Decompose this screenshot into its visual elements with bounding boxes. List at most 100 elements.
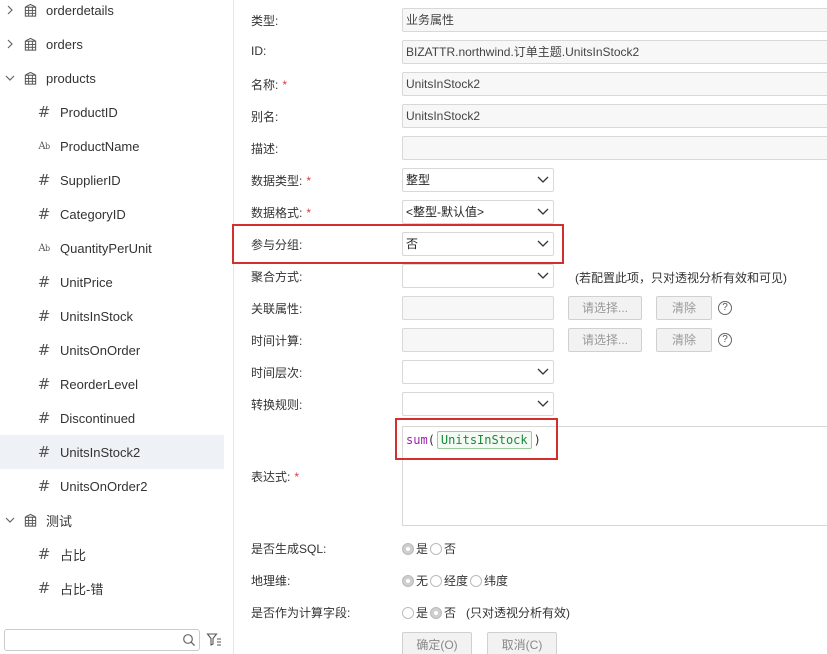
required-mark: * (306, 206, 312, 220)
tree-field-unitprice[interactable]: # UnitPrice (0, 265, 224, 299)
tree-field-discontinued[interactable]: # Discontinued (0, 401, 224, 435)
form-row-related: 关联属性: 请选择... 清除 ? (234, 296, 827, 320)
number-field-icon: # (37, 205, 51, 223)
format-select[interactable]: <整型-默认值> (402, 200, 554, 224)
tree-field-unitsonorder[interactable]: # UnitsOnOrder (0, 333, 224, 367)
tree-field-reorderlevel[interactable]: # ReorderLevel (0, 367, 224, 401)
number-field-icon: # (37, 171, 51, 189)
chevron-down-icon (537, 240, 549, 247)
form-row-description: 描述: (234, 136, 827, 160)
time-calc-clear-button[interactable]: 清除 (656, 328, 712, 352)
tree-field-unitsonorder2[interactable]: # UnitsOnOrder2 (0, 469, 224, 503)
form-row-convert: 转换规则: (234, 392, 827, 416)
tree-node-products[interactable]: products (0, 61, 224, 95)
alias-field[interactable]: UnitsInStock2 (402, 104, 827, 128)
chevron-right-icon[interactable] (5, 5, 15, 15)
calc-field-no-option[interactable]: 否 (430, 604, 456, 621)
datatype-select[interactable]: 整型 (402, 168, 554, 192)
number-field-icon: # (37, 579, 51, 597)
group-select[interactable]: 否 (402, 232, 554, 256)
form-row-type: 类型: 业务属性 (234, 8, 827, 32)
number-field-icon: # (37, 443, 51, 461)
calc-field-note: (只对透视分析有效) (466, 606, 571, 620)
number-field-icon: # (37, 273, 51, 291)
chevron-right-icon[interactable] (5, 39, 15, 49)
gen-sql-no-option[interactable]: 否 (430, 540, 456, 557)
form-row-id: ID: BIZATTR.northwind.订单主题.UnitsInStock2 (234, 40, 827, 64)
geo-none-option[interactable]: 无 (402, 572, 428, 589)
tree-field-label: UnitsOnOrder (60, 342, 141, 358)
tree-field-unitsinstock[interactable]: # UnitsInStock (0, 299, 224, 333)
time-level-select[interactable] (402, 360, 554, 384)
aggregation-label: 聚合方式: (251, 270, 303, 284)
radio-checked[interactable] (402, 542, 414, 555)
tree-search-input[interactable] (4, 629, 200, 651)
radio-unchecked[interactable] (402, 606, 414, 619)
alias-label: 别名: (251, 110, 279, 124)
tree-field-label: SupplierID (60, 172, 121, 188)
chevron-down-icon (537, 272, 549, 279)
resource-tree: orderdetails orders products # ProductID… (0, 0, 234, 654)
tree-field-label: Discontinued (60, 410, 136, 426)
tree-field-productname[interactable]: Ab ProductName (0, 129, 224, 163)
tree-field-supplierid[interactable]: # SupplierID (0, 163, 224, 197)
tree-node-orderdetails[interactable]: orderdetails (0, 0, 224, 27)
radio-unchecked[interactable] (470, 574, 483, 587)
id-field: BIZATTR.northwind.订单主题.UnitsInStock2 (402, 40, 827, 64)
expression-function: sum (406, 433, 428, 447)
radio-unchecked[interactable] (430, 574, 443, 587)
help-icon[interactable]: ? (718, 333, 732, 347)
calc-field-yes-option[interactable]: 是 (402, 604, 428, 621)
filter-icon[interactable] (206, 632, 222, 648)
expression-field-token[interactable]: UnitsInStock (436, 431, 532, 449)
tree-field-unitsinstock2[interactable]: # UnitsInStock2 (0, 435, 224, 469)
tree-field-ratio-error[interactable]: # 占比-错 (0, 571, 224, 605)
group-label: 参与分组: (251, 238, 303, 252)
form-row-format: 数据格式: * <整型-默认值> (234, 200, 827, 224)
tree-field-ratio[interactable]: # 占比 (0, 537, 224, 571)
convert-select[interactable] (402, 392, 554, 416)
cancel-button[interactable]: 取消(C) (487, 632, 557, 654)
tree-field-quantityperunit[interactable]: Ab QuantityPerUnit (0, 231, 224, 265)
name-label: 名称: * (251, 78, 288, 92)
radio-checked[interactable] (430, 606, 443, 619)
tree-node-label: 测试 (46, 513, 73, 529)
id-label: ID: (251, 44, 267, 58)
tree-node-orders[interactable]: orders (0, 27, 224, 61)
table-icon (22, 2, 38, 18)
gen-sql-label: 是否生成SQL: (251, 542, 327, 556)
form-row-group: 参与分组: 否 (234, 232, 827, 256)
format-value: <整型-默认值> (406, 205, 485, 219)
related-clear-button[interactable]: 清除 (656, 296, 712, 320)
text-field-icon: Ab (38, 140, 50, 152)
related-select-button[interactable]: 请选择... (568, 296, 642, 320)
chevron-down-icon[interactable] (5, 73, 15, 83)
tree-field-label: ProductID (60, 104, 118, 120)
calc-field-label: 是否作为计算字段: (251, 606, 351, 620)
radio-checked[interactable] (402, 574, 414, 587)
help-icon[interactable]: ? (718, 301, 732, 315)
name-field[interactable]: UnitsInStock2 (402, 72, 827, 96)
description-field[interactable] (402, 136, 827, 160)
tree-field-categoryid[interactable]: # CategoryID (0, 197, 224, 231)
tree-folder-test[interactable]: 测试 (0, 503, 224, 537)
time-calc-select-button[interactable]: 请选择... (568, 328, 642, 352)
geo-longitude-option[interactable]: 经度 (430, 572, 468, 589)
expression-editor[interactable]: sum(UnitsInStock) (402, 426, 827, 526)
related-field (402, 296, 554, 320)
radio-unchecked[interactable] (430, 542, 443, 555)
tree-field-label: 占比 (60, 547, 87, 563)
search-icon[interactable] (182, 633, 196, 647)
tree-field-label: 占比-错 (60, 581, 104, 597)
aggregation-select[interactable] (402, 264, 554, 288)
time-level-label: 时间层次: (251, 366, 303, 380)
chevron-down-icon[interactable] (5, 515, 15, 525)
related-label: 关联属性: (251, 302, 303, 316)
number-field-icon: # (37, 545, 51, 563)
ok-button[interactable]: 确定(O) (402, 632, 472, 654)
tree-field-productid[interactable]: # ProductID (0, 95, 224, 129)
geo-latitude-option[interactable]: 纬度 (470, 572, 508, 589)
geo-radios: 无 经度 纬度 (402, 572, 510, 589)
gen-sql-yes-option[interactable]: 是 (402, 540, 428, 557)
form-row-time-calc: 时间计算: 请选择... 清除 ? (234, 328, 827, 352)
